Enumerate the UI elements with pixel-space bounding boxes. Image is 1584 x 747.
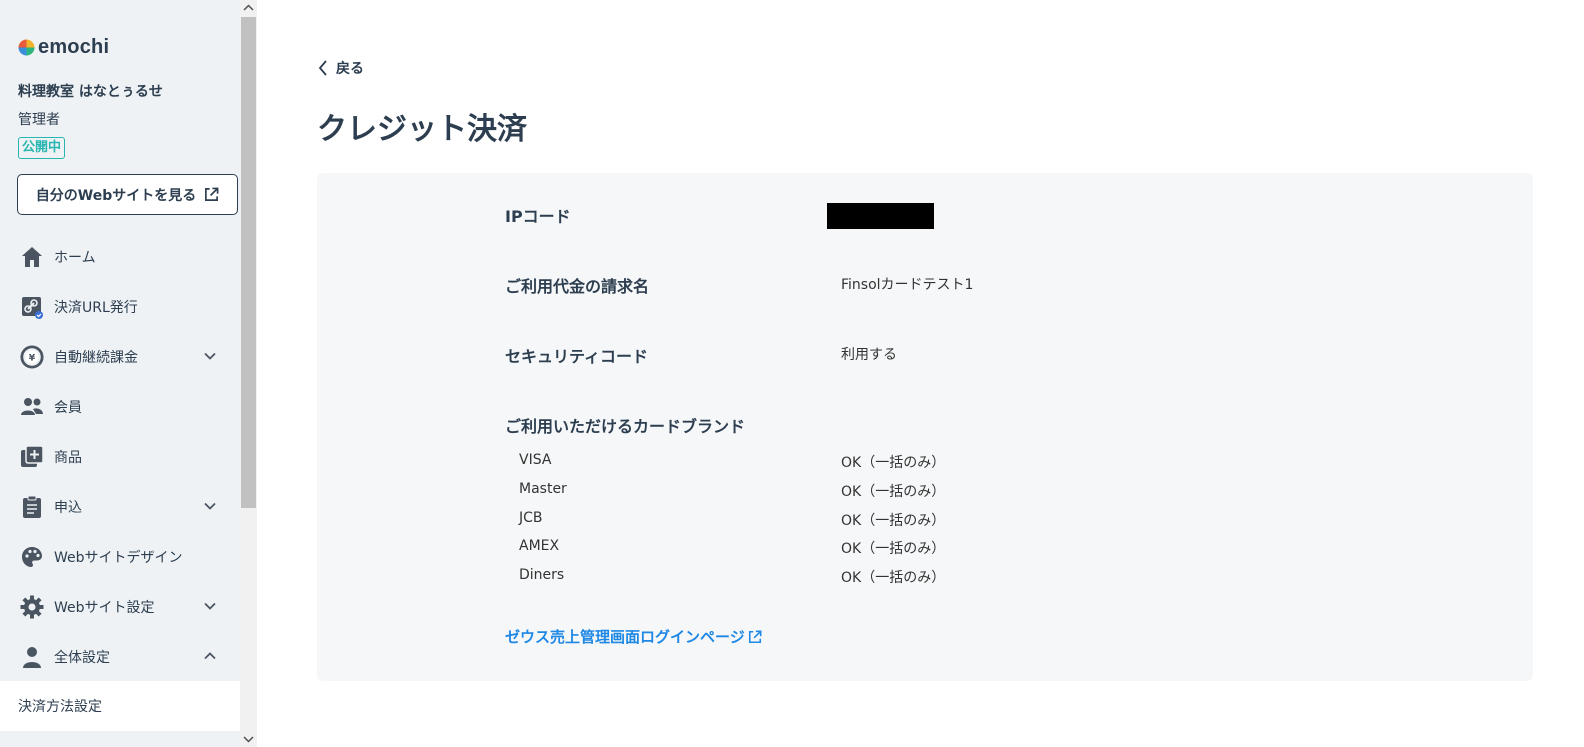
zeus-login-label: ゼウス売上管理画面ログインページ [505,628,745,646]
security-code-label: セキュリティコード [505,347,649,366]
person-icon [20,645,44,669]
sidebar-subitem-payment-settings[interactable]: 決済方法設定 [0,681,240,731]
sidebar-item-products[interactable]: 商品 [0,432,240,482]
sidebar-item-label: 決済URL発行 [54,300,138,316]
sidebar-item-label: 自動継続課金 [54,350,138,366]
security-code-value: 利用する [841,347,897,363]
emochi-logo[interactable]: emochi [18,36,109,59]
logo-mark-icon [18,39,35,56]
card-brands-label: ご利用いただけるカードブランド [505,417,746,436]
external-link-icon [205,187,219,201]
status-badge: 公開中 [18,137,66,159]
chevron-down-icon [204,602,216,610]
brand-name: VISA [519,452,552,468]
credit-payment-card: IPコード ご利用代金の請求名 Finsolカードテスト1 セキュリティコード … [317,173,1533,681]
svg-text:¥: ¥ [29,353,36,364]
sidebar-item-label: Webサイト設定 [54,600,155,616]
brand-name: Diners [519,567,565,583]
brand-status: OK（一括のみ） [841,541,946,557]
back-link[interactable]: 戻る [318,58,364,78]
brand-name: AMEX [519,538,560,554]
view-website-button[interactable]: 自分のWebサイトを見る [17,174,238,215]
sidebar-item-payment-url[interactable]: 決済URL発行 [0,282,240,332]
sidebar-item-label: 会員 [54,400,82,416]
sidebar-item-members[interactable]: 会員 [0,382,240,432]
scrollbar-thumb[interactable] [241,17,256,508]
brand-name: JCB [519,510,543,526]
scroll-down-arrow-icon[interactable] [240,730,257,747]
sidebar-item-website-design[interactable]: Webサイトデザイン [0,532,240,582]
back-label: 戻る [336,61,364,77]
sidebar-item-general-settings[interactable]: 全体設定 [0,632,240,682]
link-icon [20,295,44,319]
ip-code-label: IPコード [505,207,571,226]
page-title: クレジット決済 [317,112,527,147]
chevron-left-icon [318,60,327,76]
billing-name-value: Finsolカードテスト1 [841,277,974,293]
scroll-up-arrow-icon[interactable] [240,0,257,17]
sidebar-item-home[interactable]: ホーム [0,232,240,282]
clipboard-icon [20,495,44,519]
logo-text: emochi [38,36,110,58]
yen-cycle-icon: ¥ [20,345,44,369]
sidebar-nav: ホーム 決済URL発行 ¥ 自動継続課金 会員 商品 申込 Webサイトデザイン… [0,232,240,682]
zeus-login-link[interactable]: ゼウス売上管理画面ログインページ [505,626,762,647]
sidebar-item-applications[interactable]: 申込 [0,482,240,532]
brand-status: OK（一括のみ） [841,455,946,471]
sidebar-item-label: 商品 [54,450,82,466]
brand-status: OK（一括のみ） [841,484,946,500]
user-role: 管理者 [18,112,60,128]
sidebar-item-label: 全体設定 [54,650,110,666]
chevron-down-icon [204,502,216,510]
brand-status: OK（一括のみ） [841,570,946,586]
billing-name-label: ご利用代金の請求名 [505,277,650,296]
sidebar-item-label: ホーム [54,250,96,266]
gear-icon [20,595,44,619]
brand-status: OK（一括のみ） [841,513,946,529]
sidebar-item-label: Webサイトデザイン [54,550,183,566]
sidebar: emochi 料理教室 はなとぅるせ 管理者 公開中 自分のWebサイトを見る … [0,0,242,747]
external-link-icon [748,630,762,643]
palette-icon [20,545,44,569]
chevron-up-icon [204,652,216,660]
add-product-icon [20,445,44,469]
chevron-down-icon [204,352,216,360]
shop-name: 料理教室 はなとぅるせ [18,84,163,100]
sidebar-scrollbar[interactable] [240,0,257,747]
view-website-label: 自分のWebサイトを見る [35,187,197,204]
ip-code-redacted-value [827,203,934,229]
sidebar-item-website-settings[interactable]: Webサイト設定 [0,582,240,632]
home-icon [20,245,44,269]
sidebar-item-subscription[interactable]: ¥ 自動継続課金 [0,332,240,382]
sidebar-item-label: 申込 [54,500,82,516]
brand-name: Master [519,481,567,497]
members-icon [20,395,44,419]
